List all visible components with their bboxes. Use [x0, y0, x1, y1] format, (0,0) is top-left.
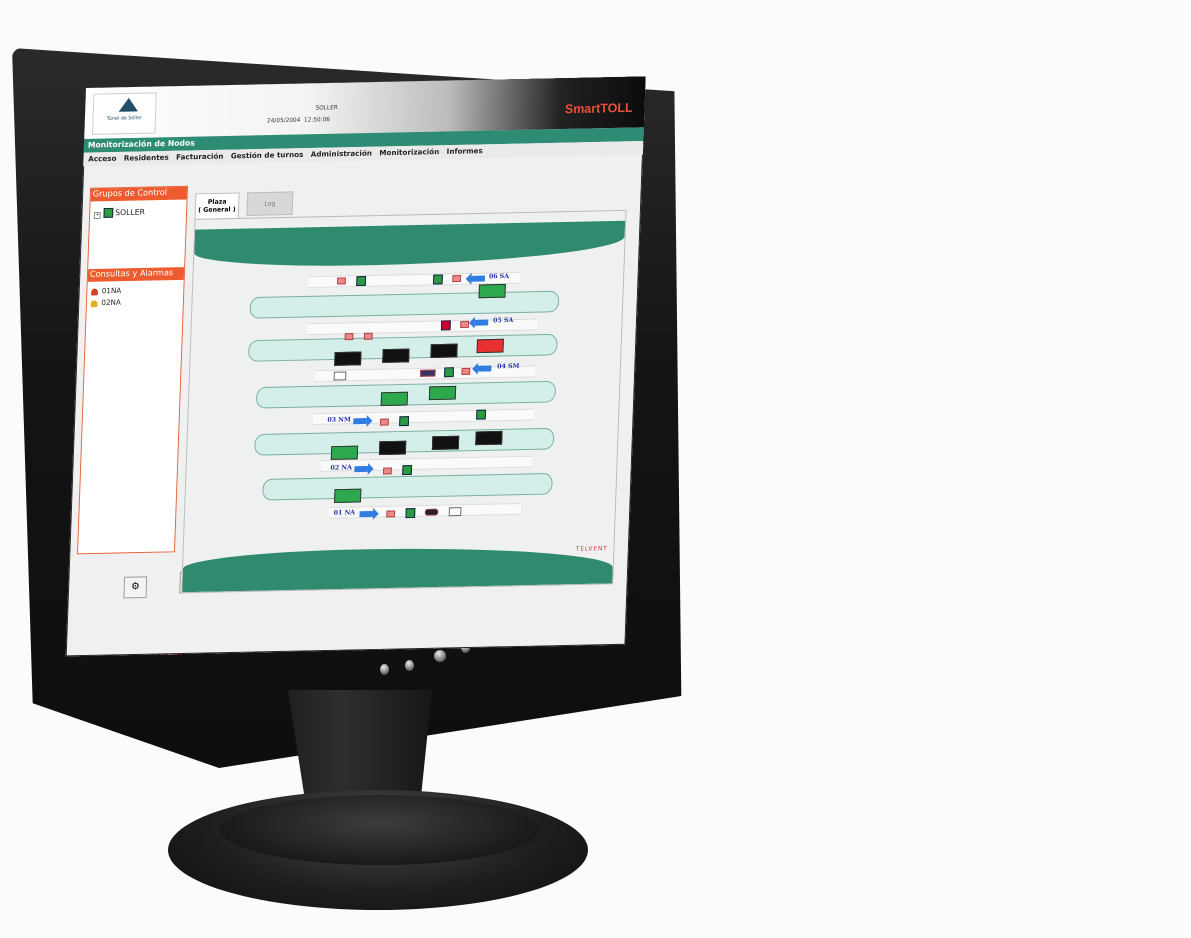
bell-icon — [90, 299, 98, 307]
truck-icon — [420, 369, 436, 377]
booth-screen[interactable] — [431, 435, 460, 450]
green-light-icon — [402, 465, 413, 476]
barrier-icon — [460, 320, 470, 328]
booth-screen-alarm[interactable] — [476, 338, 504, 354]
barrier-icon — [379, 418, 389, 426]
menu-item-monitorizacion[interactable]: Monitorización — [379, 147, 439, 157]
booth-screen[interactable] — [334, 351, 362, 366]
green-light-icon — [444, 367, 454, 378]
lane-label: 05 SA — [492, 316, 514, 325]
toll-plaza-view: 06 SA 05 SA 04 SM 03 NM 02 NA 01 NA TELV… — [181, 209, 627, 594]
arrow-left-icon — [477, 365, 492, 372]
lane-label: 03 NM — [327, 415, 352, 424]
booth-screen[interactable] — [330, 445, 359, 460]
barrier-icon — [461, 367, 471, 375]
menu-item-acceso[interactable]: Acceso — [88, 154, 117, 163]
tunnel-logo: Túnel de Sóller — [92, 92, 157, 135]
booth-screen[interactable] — [478, 283, 506, 299]
lane-label: 04 SM — [497, 361, 520, 371]
logo-text: Túnel de Sóller — [106, 115, 142, 122]
tab-log[interactable]: Log — [246, 191, 294, 216]
red-light-icon — [440, 320, 451, 331]
vendor-label-right: TELVENT — [575, 545, 608, 553]
lane-counter — [333, 371, 347, 381]
menu-item-informes[interactable]: Informes — [446, 146, 482, 156]
booth-screen[interactable] — [428, 385, 457, 401]
monitor-stand-top — [220, 795, 540, 865]
settings-button[interactable]: ⚙ — [123, 576, 148, 599]
alarm-item[interactable]: 01NA — [91, 286, 121, 295]
groups-header: Grupos de Control — [90, 186, 188, 202]
tree-item-label: SOLLER — [115, 207, 146, 218]
node-name: SOLLER — [315, 104, 338, 112]
tunnel-icon — [118, 97, 139, 112]
green-light-icon — [356, 276, 367, 287]
tab-plaza[interactable]: Plaza ( General ) — [194, 192, 240, 219]
arrow-left-icon — [474, 319, 489, 326]
monitor-button[interactable] — [380, 664, 389, 675]
brand-logo: SmartTOLL — [564, 100, 633, 117]
menu-item-gestion-turnos[interactable]: Gestión de turnos — [231, 150, 304, 160]
arrow-left-icon — [471, 275, 486, 282]
lane-label: 01 NA — [333, 508, 356, 517]
lane-counter — [448, 507, 462, 517]
expand-icon[interactable]: + — [93, 211, 101, 219]
header-date: 24/05/2004 — [266, 116, 301, 125]
green-light-icon — [476, 409, 487, 420]
tree-item-soller[interactable]: + SOLLER — [93, 207, 146, 219]
alarm-item[interactable]: 02NA — [90, 297, 121, 308]
barrier-icon — [337, 277, 346, 285]
barrier-icon — [386, 510, 396, 518]
arrow-right-icon — [359, 510, 374, 518]
monitor-button[interactable] — [405, 660, 414, 671]
arrow-right-icon — [354, 466, 368, 473]
header-datetime: 24/05/2004 12:50:06 — [267, 116, 330, 124]
alarm-label: 02NA — [101, 297, 121, 308]
lane-label: 06 SA — [488, 272, 510, 281]
booth-screen[interactable] — [382, 348, 410, 363]
power-button[interactable] — [434, 650, 446, 662]
green-light-icon — [399, 416, 410, 427]
plaza-top-band — [193, 220, 626, 269]
lane-label: 02 NA — [330, 463, 353, 472]
booth-screen[interactable] — [380, 391, 409, 406]
barrier-icon — [344, 333, 354, 341]
green-light-icon — [432, 274, 443, 285]
barrier-icon — [383, 467, 392, 475]
green-light-icon — [405, 508, 416, 519]
arrow-right-icon — [353, 418, 367, 425]
booth-screen[interactable] — [430, 343, 458, 358]
bell-icon — [91, 288, 99, 296]
menu-item-facturacion[interactable]: Facturación — [176, 152, 224, 162]
header-time: 12:50:06 — [303, 116, 330, 124]
alarms-header: Consultas y Alarmas — [87, 267, 185, 282]
lane — [249, 290, 560, 319]
menu-item-administracion[interactable]: Administración — [311, 149, 373, 159]
barrier-icon — [452, 275, 462, 283]
node-icon — [102, 207, 113, 218]
alarm-label: 01NA — [101, 286, 122, 296]
barrier-icon — [363, 332, 373, 340]
booth-screen[interactable] — [334, 488, 362, 503]
lane — [262, 472, 553, 501]
booth-screen[interactable] — [378, 440, 407, 455]
screen: Túnel de Sóller SOLLER 24/05/2004 12:50:… — [65, 76, 646, 657]
booth-screen[interactable] — [475, 430, 503, 446]
left-panel: Grupos de Control + SOLLER Consultas y A… — [77, 185, 189, 555]
tab-sublabel: ( General ) — [198, 205, 236, 214]
motorbike-icon — [424, 508, 439, 516]
plaza-bottom-band — [182, 544, 614, 593]
menu-item-residentes[interactable]: Residentes — [124, 153, 169, 163]
gear-icon: ⚙ — [130, 581, 140, 593]
